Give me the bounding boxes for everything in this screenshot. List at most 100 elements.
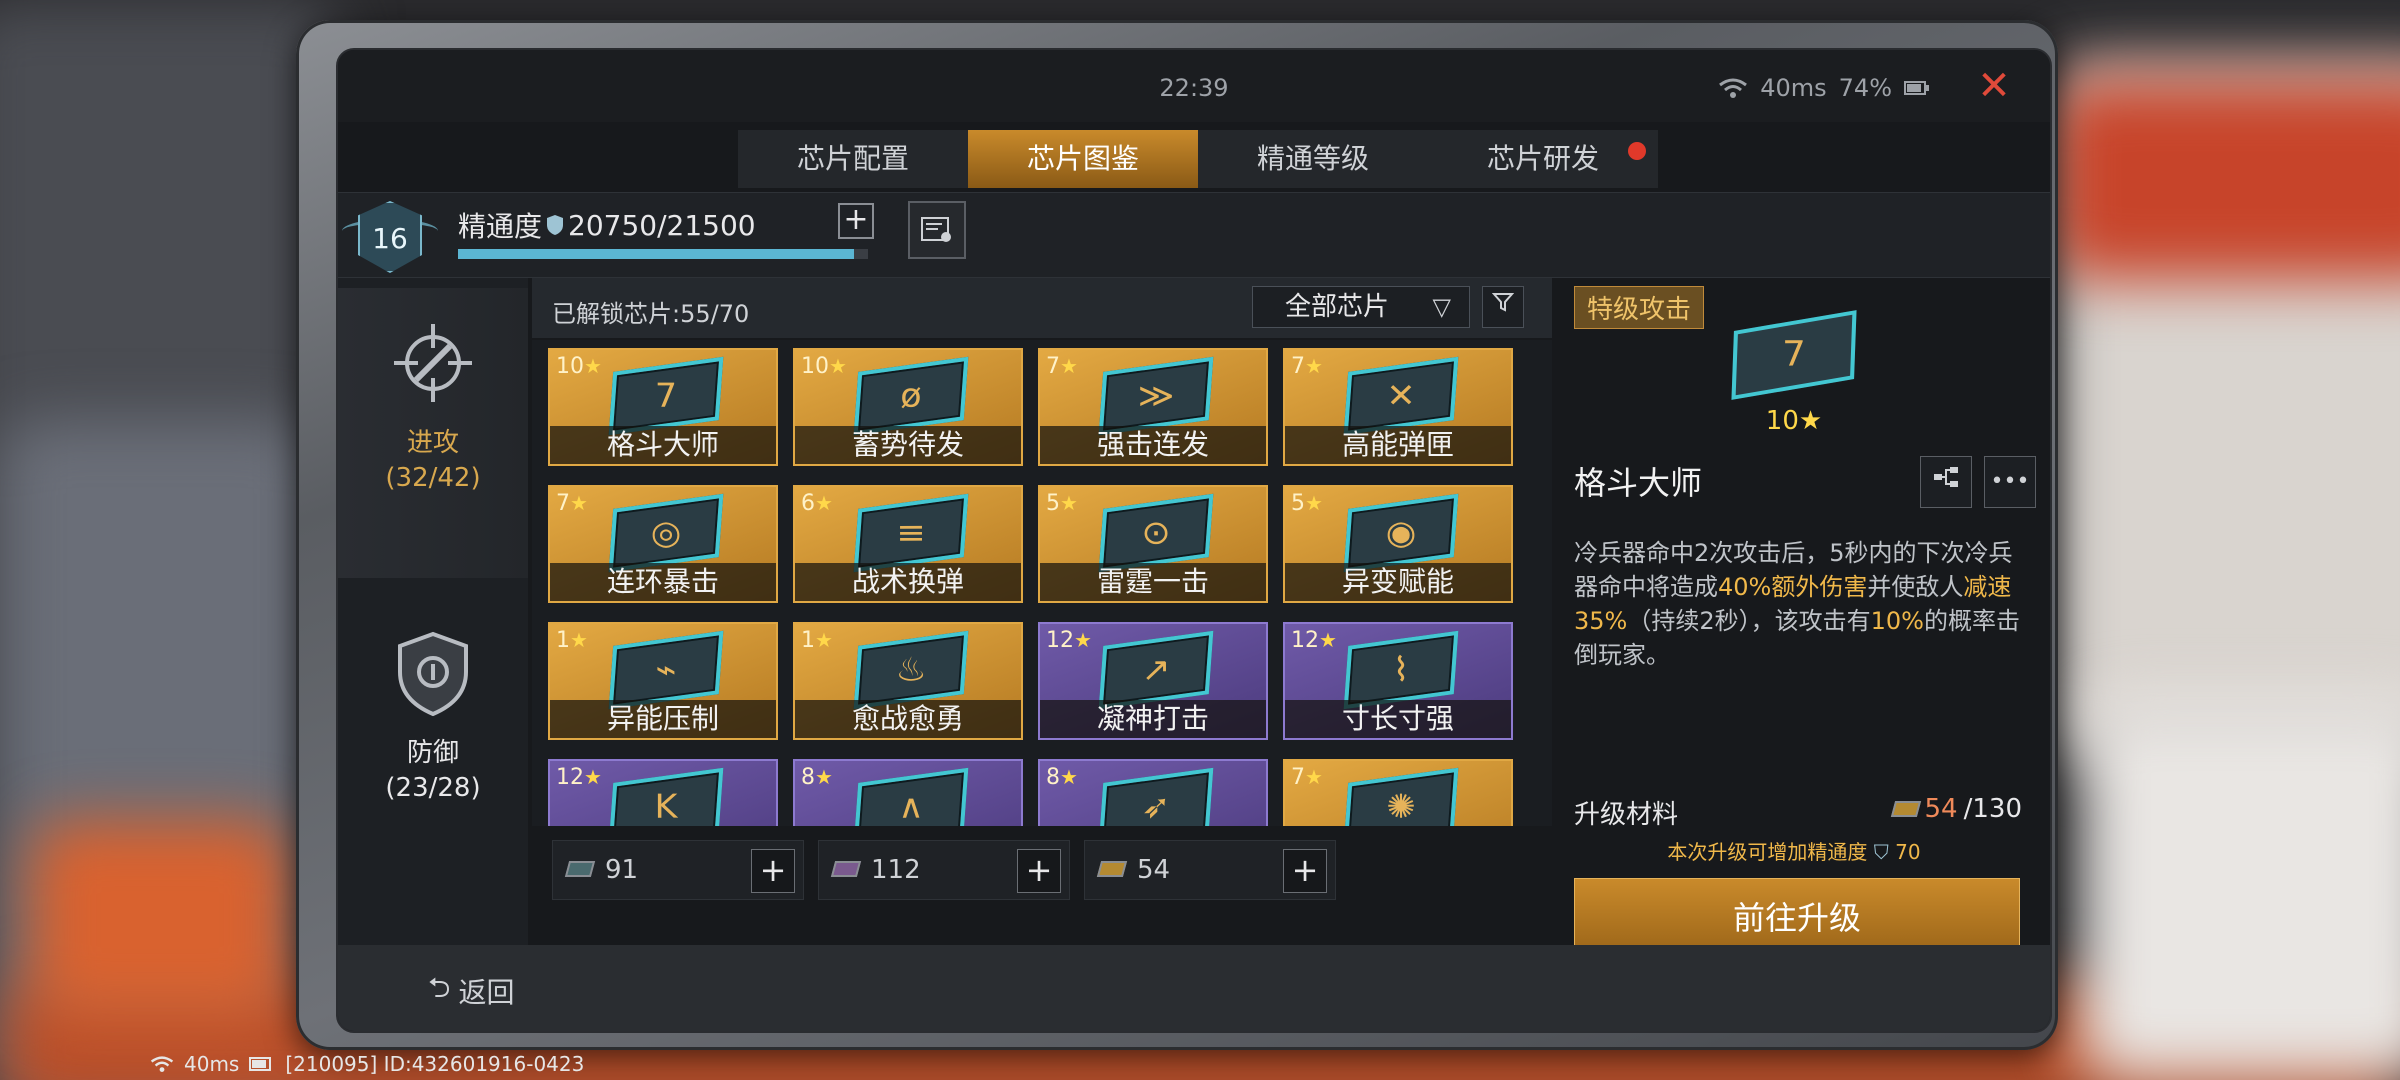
chip-card[interactable]: 1★ ♨ 愈战愈勇 (793, 622, 1023, 740)
proficiency-value: 20750/21500 (568, 208, 756, 242)
star-icon: ★ (815, 628, 833, 652)
chip-glyph: ◎ (650, 513, 682, 553)
notification-dot (1628, 142, 1646, 160)
back-button[interactable]: ⮌ 返回 (428, 967, 514, 1015)
chip-card-level: 5★ (1291, 491, 1323, 516)
level-badge: 16 (358, 201, 422, 273)
chip-icon: ◎ (608, 493, 724, 573)
back-arrow-icon: ⮌ (428, 971, 451, 1004)
tab-chip-config[interactable]: 芯片配置 (738, 130, 968, 188)
chip-card[interactable]: 7★ ✕ 高能弹匣 (1283, 348, 1513, 466)
chip-card-name: 连环暴击 (550, 563, 776, 601)
chip-icon: ⌇ (1343, 630, 1459, 710)
category-attack[interactable]: 进攻 (32/42) (338, 288, 528, 578)
chip-card[interactable]: 5★ ◉ 异变赋能 (1283, 485, 1513, 603)
chip-card[interactable]: 6★ ≡ 战术换弹 (793, 485, 1023, 603)
ping-text: 40ms (1760, 74, 1827, 102)
note-text: 本次升级可增加精通度 (1667, 840, 1868, 864)
chip-icon: ♨ (853, 630, 969, 710)
chip-card-name: 异能压制 (550, 700, 776, 738)
chip-grid: 10★ 7 格斗大师 10★ ø 蓄势待发 7★ ≫ 强击连发 7★ ✕ 高能弹匣 7★ ◎ 连环暴击 6★ ≡… (532, 340, 1552, 826)
chip-card-level: 1★ (556, 628, 588, 653)
desc-text: 并使敌人 (1867, 573, 1964, 601)
tab-chip-research-label: 芯片研发 (1486, 142, 1599, 175)
chip-card-level-value: 12 (1046, 628, 1074, 653)
chip-card-name: 凝神打击 (1040, 700, 1266, 738)
category-defense-count: (23/28) (385, 773, 481, 803)
chip-detail-panel: 特级攻击 7 10★ 格斗大师 ••• 冷兵器命中2次攻击后，5秒内的下次冷兵器… (1574, 280, 2044, 958)
chip-glyph: ➶ (1141, 787, 1171, 826)
tab-chip-collection[interactable]: 芯片图鉴 (968, 130, 1198, 188)
chip-card-level-value: 7 (1046, 354, 1060, 379)
chip-description: 冷兵器命中2次攻击后，5秒内的下次冷兵器命中将造成40%额外伤害并使敌人减速35… (1574, 536, 2034, 672)
chip-card-level-value: 1 (556, 628, 570, 653)
upgrade-tree-button[interactable] (1920, 456, 1972, 508)
chip-card[interactable]: 8★ ∧ (793, 759, 1023, 826)
basic-material-icon (564, 861, 596, 877)
chip-glyph: ◉ (1385, 513, 1417, 553)
add-advanced-material-button[interactable]: + (1017, 849, 1061, 893)
grid-header: 已解锁芯片:55/70 全部芯片 ▽ (532, 278, 1552, 338)
desc-text: （持续2秒），该攻击有 (1627, 607, 1871, 635)
chip-icon: K (608, 767, 724, 826)
chip-filter-dropdown[interactable]: 全部芯片 ▽ (1252, 286, 1470, 328)
chip-card-level: 10★ (556, 354, 602, 379)
add-proficiency-button[interactable]: + (838, 203, 874, 239)
chip-icon: 7 (1731, 310, 1857, 400)
chip-card-level: 7★ (1046, 354, 1078, 379)
chip-card[interactable]: 7★ ✺ (1283, 759, 1513, 826)
proficiency-bar: 16 精通度 20750/21500 + (338, 192, 2050, 278)
resource-basic: 91 + (552, 840, 804, 900)
chip-card-level-value: 5 (1291, 491, 1305, 516)
chip-level: 10★ (1574, 406, 2014, 436)
close-button[interactable]: ✕ (1972, 64, 2016, 108)
category-defense[interactable]: 防御 (23/28) (338, 598, 528, 878)
chip-card-level: 12★ (1291, 628, 1337, 653)
material-label: 升级材料 (1574, 800, 1679, 830)
star-icon: ★ (1319, 628, 1337, 652)
chip-card[interactable]: 12★ K (548, 759, 778, 826)
chip-card[interactable]: 5★ ⊙ 雷霆一击 (1038, 485, 1268, 603)
chip-card[interactable]: 10★ ø 蓄势待发 (793, 348, 1023, 466)
shield-icon (547, 215, 564, 235)
chip-card-level-value: 7 (1291, 765, 1305, 790)
funnel-icon (1491, 293, 1515, 312)
star-icon: ★ (1074, 628, 1092, 652)
chip-card-level-value: 5 (1046, 491, 1060, 516)
category-attack-count: (32/42) (385, 463, 481, 493)
chip-tier-tag: 特级攻击 (1574, 286, 1705, 329)
add-premium-material-button[interactable]: + (1283, 849, 1327, 893)
tree-icon (1934, 467, 1958, 487)
chip-card-name: 强击连发 (1040, 426, 1266, 464)
add-basic-material-button[interactable]: + (751, 849, 795, 893)
star-icon: ★ (570, 628, 588, 652)
chip-card-level: 1★ (801, 628, 833, 653)
chip-icon: ø (853, 356, 969, 436)
chip-card[interactable]: 12★ ⌇ 寸长寸强 (1283, 622, 1513, 740)
tab-mastery-level[interactable]: 精通等级 (1198, 130, 1428, 188)
chip-card[interactable]: 1★ ⌁ 异能压制 (548, 622, 778, 740)
chip-card-level: 12★ (556, 765, 602, 790)
filter-funnel-button[interactable] (1482, 286, 1524, 328)
chip-glyph: ∧ (898, 787, 924, 826)
chip-card[interactable]: 7★ ≫ 强击连发 (1038, 348, 1268, 466)
more-options-button[interactable]: ••• (1984, 456, 2036, 508)
chip-glyph: 7 (654, 376, 678, 416)
star-icon: ★ (829, 354, 847, 378)
chip-level-value: 10 (1765, 406, 1799, 436)
chip-card-level: 7★ (1291, 354, 1323, 379)
chip-card[interactable]: 8★ ➶ (1038, 759, 1268, 826)
chip-card-name: 寸长寸强 (1285, 700, 1511, 738)
chip-card[interactable]: 7★ ◎ 连环暴击 (548, 485, 778, 603)
tab-chip-research[interactable]: 芯片研发 (1428, 130, 1658, 188)
chip-card-level-value: 12 (556, 765, 584, 790)
mastery-info-button[interactable] (908, 201, 966, 259)
chip-icon: ◉ (1343, 493, 1459, 573)
wifi-icon (150, 1056, 174, 1072)
chip-card[interactable]: 10★ 7 格斗大师 (548, 348, 778, 466)
chip-card[interactable]: 12★ ↗ 凝神打击 (1038, 622, 1268, 740)
chip-card-level-value: 6 (801, 491, 815, 516)
chip-icon: ≫ (1098, 356, 1214, 436)
chip-icon: ↗ (1098, 630, 1214, 710)
advanced-material-icon (830, 861, 862, 877)
